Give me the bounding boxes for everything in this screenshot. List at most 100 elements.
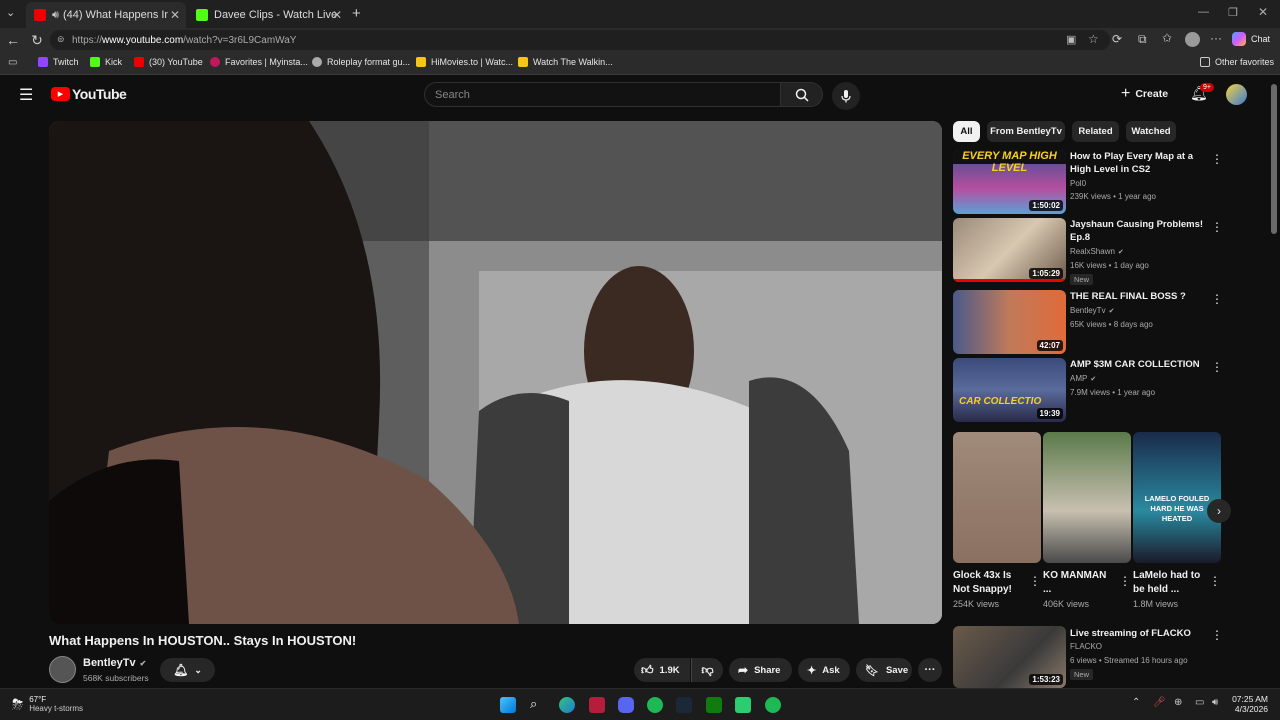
reader-view-icon[interactable]: ▣ (1066, 33, 1076, 46)
xbox-icon[interactable] (706, 697, 722, 713)
short-thumbnail[interactable] (1043, 432, 1131, 563)
taskbar-search-icon[interactable]: ⌕ (530, 696, 537, 712)
page-scrollbar[interactable] (1268, 76, 1280, 688)
account-avatar[interactable] (1226, 84, 1247, 105)
more-vertical-icon[interactable]: ⋮ (1211, 152, 1223, 166)
scrollbar-thumb[interactable] (1271, 84, 1277, 234)
subscribed-bell-button[interactable]: 🔔︎ ⌄ (160, 658, 215, 682)
more-vertical-icon[interactable]: ⋮ (1119, 574, 1131, 588)
search-input[interactable]: Search (424, 82, 781, 107)
share-button[interactable]: ➦ Share (729, 658, 792, 682)
more-actions-button[interactable]: ··· (918, 658, 942, 682)
bookmark-himovies[interactable]: HiMovies.to | Watc... (416, 57, 513, 67)
network-icon[interactable]: ⊕ (1174, 697, 1182, 708)
chip-all[interactable]: All (953, 121, 980, 142)
chip-from-bentleytv[interactable]: From BentleyTv (987, 121, 1065, 142)
refresh-icon[interactable]: ↻ (29, 32, 45, 49)
close-window-icon[interactable]: ✕ (1258, 5, 1268, 19)
more-vertical-icon[interactable]: ⋮ (1211, 360, 1223, 374)
discord-icon[interactable] (618, 697, 634, 713)
recommended-title: Live streaming of FLACKO (1070, 628, 1191, 639)
more-menu-icon[interactable]: ··· (1210, 31, 1222, 45)
display-icon[interactable]: ▭ (1195, 697, 1204, 708)
more-vertical-icon[interactable]: ⋮ (1209, 574, 1221, 588)
windows-start-icon[interactable] (500, 697, 516, 713)
site-info-icon[interactable]: ⊜ (57, 34, 65, 45)
more-vertical-icon[interactable]: ⋮ (1211, 292, 1223, 306)
search-placeholder: Search (435, 89, 470, 101)
adobe-app-icon[interactable] (589, 697, 605, 713)
tab-kick[interactable]: Davee Clips - Watch Live on Kick ✕ (188, 2, 348, 28)
voice-search-button[interactable] (832, 82, 860, 110)
channel-avatar[interactable] (49, 656, 76, 683)
save-button[interactable]: 🔖︎ Save (856, 658, 912, 682)
tab-list-chevron-icon[interactable]: ⌄ (6, 6, 15, 19)
search-button[interactable] (781, 82, 823, 107)
new-tab-icon[interactable]: + (352, 5, 361, 22)
favorite-star-icon[interactable]: ☆ (1088, 32, 1099, 46)
back-icon[interactable]: ← (5, 32, 21, 48)
bookmark-roleplay[interactable]: Roleplay format gu... (312, 57, 410, 67)
favorites-icon[interactable]: ✩ (1162, 31, 1172, 45)
verified-badge-icon: ✔ (1090, 375, 1097, 383)
volume-icon[interactable]: 🔊︎ (1212, 697, 1218, 708)
shorts-next-arrow-icon[interactable]: › (1207, 499, 1231, 523)
short-card[interactable]: Glock 43x Is Not Snappy! 254K views ⋮ (953, 432, 1041, 609)
like-button[interactable]: 👍︎ 1.9K (634, 658, 690, 682)
bookmark-twitch[interactable]: Twitch (38, 57, 79, 67)
profile-avatar[interactable] (1185, 32, 1200, 47)
split-screen-icon[interactable]: ⧉ (1138, 32, 1147, 47)
other-favorites[interactable]: Other favorites (1200, 57, 1274, 67)
video-thumbnail[interactable]: 1:53:23 (953, 626, 1066, 688)
video-player[interactable] (49, 121, 942, 624)
short-thumbnail[interactable] (953, 432, 1041, 563)
speaker-icon[interactable]: 🔊︎ (52, 9, 59, 22)
extensions-icon[interactable]: ⟳ (1112, 32, 1122, 46)
copilot-chat-button[interactable]: Chat (1232, 32, 1270, 46)
video-thumbnail[interactable]: CAR COLLECTIO 19:39 (953, 358, 1066, 422)
close-tab-icon[interactable]: ✕ (332, 8, 342, 22)
video-thumbnail[interactable]: EVERY MAP HIGH LEVEL 1:50:02 (953, 150, 1066, 214)
ask-button[interactable]: ✦ Ask (798, 658, 850, 682)
close-tab-icon[interactable]: ✕ (170, 8, 180, 22)
system-clock[interactable]: 07:25 AM 4/3/2026 (1226, 694, 1268, 714)
bookmark-youtube[interactable]: (30) YouTube (134, 57, 203, 67)
tab-youtube[interactable]: 🔊︎ (44) What Happens In HOUSTON ✕ (26, 2, 186, 28)
music-app-icon[interactable] (765, 697, 781, 713)
edge-browser-icon[interactable] (559, 697, 575, 713)
more-vertical-icon[interactable]: ⋮ (1029, 574, 1041, 588)
recommended-video[interactable]: CAR COLLECTIO 19:39 AMP $3M CAR COLLECTI… (953, 358, 1225, 422)
more-vertical-icon[interactable]: ⋮ (1211, 628, 1223, 642)
recommended-channel: BentleyTv (1070, 306, 1106, 315)
reading-mode-icon[interactable]: ▭ (8, 57, 17, 68)
create-button[interactable]: + Create (1121, 85, 1168, 103)
chat-app-icon[interactable] (735, 697, 751, 713)
youtube-logo[interactable]: ▶ YouTube (51, 86, 127, 102)
more-vertical-icon[interactable]: ⋮ (1211, 220, 1223, 234)
video-thumbnail[interactable]: 1:05:29 (953, 218, 1066, 282)
video-thumbnail[interactable]: 42:07 (953, 290, 1066, 354)
recommended-video[interactable]: 1:05:29 Jayshaun Causing Problems! Ep.8 … (953, 218, 1225, 285)
dislike-button[interactable]: 👎︎ (691, 658, 723, 682)
spotify-icon[interactable] (647, 697, 663, 713)
hamburger-menu-icon[interactable]: ☰ (19, 85, 33, 105)
url-field[interactable]: ⊜ https://www.youtube.com/watch?v=3r6L9C… (50, 30, 1110, 50)
minimize-icon[interactable]: — (1198, 6, 1209, 18)
bookmark-walking[interactable]: Watch The Walkin... (518, 57, 613, 67)
weather-widget[interactable]: ⛈︎ 67°F Heavy t-storms (12, 695, 83, 713)
recommended-video[interactable]: 42:07 THE REAL FINAL BOSS ? BentleyTv ✔ 6… (953, 290, 1225, 354)
recommended-video[interactable]: 1:53:23 Live streaming of FLACKO FLACKO … (953, 626, 1225, 688)
maximize-icon[interactable]: ❐ (1228, 6, 1238, 19)
microphone-tray-icon[interactable]: 🎤︎ (1153, 697, 1166, 708)
short-thumbnail[interactable]: LAMELO FOULED HARD HE WAS HEATED (1133, 432, 1221, 563)
chip-watched[interactable]: Watched (1126, 121, 1176, 142)
bookmark-myinsta[interactable]: Favorites | Myinsta... (210, 57, 308, 67)
show-hidden-icons-chevron-icon[interactable]: ⌃ (1132, 697, 1140, 708)
channel-name-link[interactable]: BentleyTv ✔ (83, 657, 146, 669)
steam-icon[interactable] (676, 697, 692, 713)
chip-related[interactable]: Related (1072, 121, 1119, 142)
recommended-video[interactable]: EVERY MAP HIGH LEVEL 1:50:02 How to Play… (953, 150, 1225, 214)
short-card[interactable]: LAMELO FOULED HARD HE WAS HEATED LaMelo … (1133, 432, 1221, 609)
short-card[interactable]: KO MANMAN ... 406K views ⋮ (1043, 432, 1131, 609)
bookmark-kick[interactable]: Kick (90, 57, 122, 67)
